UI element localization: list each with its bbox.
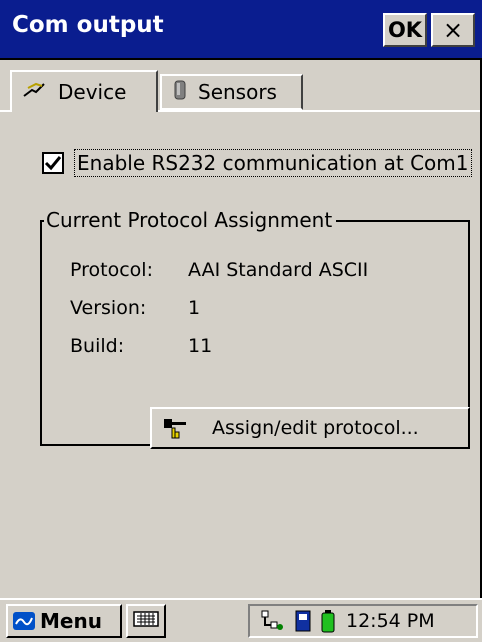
build-value: 11 [188, 335, 213, 357]
input-panel-button[interactable] [126, 604, 166, 638]
ok-button[interactable]: OK [383, 13, 427, 47]
clock[interactable]: 12:54 PM [346, 610, 435, 632]
protocol-row: Protocol: AAI Standard ASCII [70, 259, 368, 281]
protocol-value: AAI Standard ASCII [188, 259, 369, 281]
keyboard-icon [133, 610, 159, 632]
assign-edit-protocol-label: Assign/edit protocol... [212, 417, 419, 439]
tab-device-label: Device [58, 80, 127, 104]
protocol-group-title: Current Protocol Assignment [44, 208, 337, 232]
device-icon [22, 80, 48, 105]
build-row: Build: 11 [70, 335, 212, 357]
taskbar: Menu 12:54 PM [0, 598, 482, 642]
version-value: 1 [188, 297, 201, 319]
battery-icon[interactable] [320, 609, 336, 633]
sensor-icon [172, 79, 188, 106]
tab-sensors-label: Sensors [198, 80, 277, 104]
protocol-tool-icon [162, 416, 188, 440]
menu-label: Menu [40, 609, 102, 633]
version-row: Version: 1 [70, 297, 200, 319]
com-output-window: Com output OK × Device Sensors Enable RS… [0, 0, 482, 642]
tab-device[interactable]: Device [10, 70, 158, 112]
assign-edit-protocol-button[interactable]: Assign/edit protocol... [150, 407, 470, 449]
enable-rs232-checkbox[interactable] [42, 152, 64, 174]
windows-flag-icon [12, 610, 36, 632]
version-key: Version: [70, 297, 147, 319]
title-bar: Com output OK × [0, 0, 482, 60]
network-connection-icon[interactable] [258, 609, 286, 633]
build-key: Build: [70, 335, 125, 357]
tab-sensors[interactable]: Sensors [160, 74, 303, 110]
storage-card-icon[interactable] [294, 609, 312, 633]
protocol-key: Protocol: [70, 259, 153, 281]
dialog-content: Device Sensors Enable RS232 communicatio… [0, 60, 482, 598]
window-title: Com output [12, 12, 164, 38]
start-menu-button[interactable]: Menu [6, 604, 122, 638]
system-tray: 12:54 PM [248, 604, 478, 638]
enable-rs232-label[interactable]: Enable RS232 communication at Com1 [74, 149, 472, 177]
enable-rs232-row[interactable]: Enable RS232 communication at Com1 [42, 148, 472, 178]
close-button[interactable]: × [431, 13, 475, 47]
